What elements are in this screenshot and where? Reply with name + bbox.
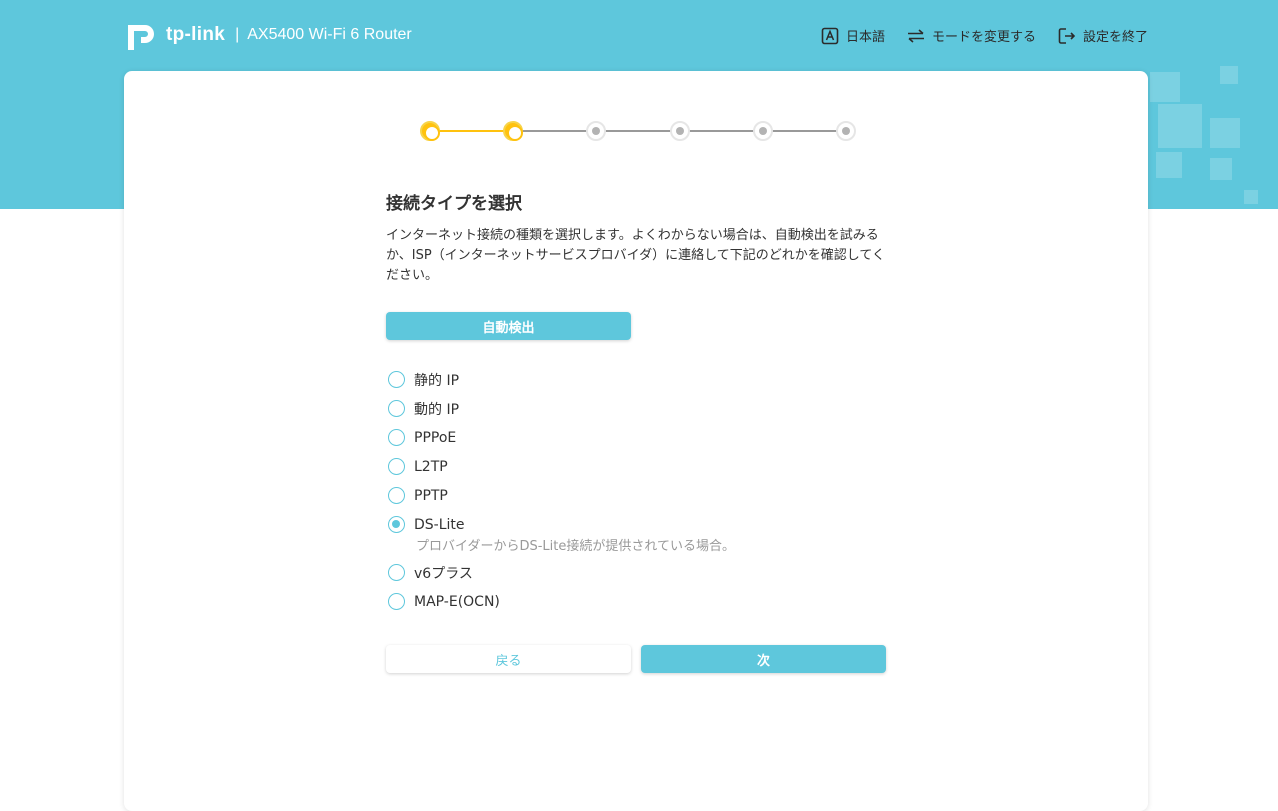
page-title: 接続タイプを選択 (386, 194, 522, 214)
exit-setup-label: 設定を終了 (1082, 30, 1148, 45)
progress-stepper (420, 119, 856, 143)
setup-card: 接続タイプを選択 インターネット接続の種類を選択します。よくわからない場合は、自… (124, 71, 1148, 811)
exit-icon (1058, 27, 1076, 44)
change-mode-label: モードを変更する (931, 30, 1036, 45)
step-3-indicator (586, 121, 606, 141)
step-2-indicator (503, 121, 523, 141)
option-pptp[interactable]: PPTP (388, 481, 908, 510)
radio-pptp[interactable] (388, 487, 405, 504)
background-pattern (1158, 104, 1202, 148)
back-button[interactable]: 戻る (386, 645, 631, 673)
wizard-actions: 戻る 次 (386, 645, 886, 673)
top-nav: 日本語 モードを変更する 設定を終了 (799, 26, 1148, 45)
option-pppoe[interactable]: PPPoE (388, 423, 908, 452)
language-icon (821, 27, 839, 44)
connection-type-options: 静的 IP 動的 IP PPPoE L2TP PPTP DS-Lite プロバイ… (388, 365, 908, 616)
background-pattern (1156, 152, 1182, 178)
step-connector-done (430, 130, 513, 132)
step-5-indicator (753, 121, 773, 141)
radio-pppoe[interactable] (388, 429, 405, 446)
switch-mode-icon (907, 28, 924, 43)
auto-detect-button[interactable]: 自動検出 (386, 312, 631, 340)
option-map-e-ocn[interactable]: MAP-E(OCN) (388, 587, 908, 616)
option-dynamic-ip[interactable]: 動的 IP (388, 394, 908, 423)
background-pattern (1150, 72, 1180, 102)
option-ds-lite[interactable]: DS-Lite (388, 510, 908, 539)
change-mode-button[interactable]: モードを変更する (907, 26, 1036, 45)
option-label: v6プラス (414, 565, 473, 582)
option-l2tp[interactable]: L2TP (388, 452, 908, 481)
step-6-indicator (836, 121, 856, 141)
radio-ds-lite[interactable] (388, 516, 405, 533)
language-label: 日本語 (845, 30, 885, 45)
option-label: 静的 IP (414, 372, 460, 389)
page-description: インターネット接続の種類を選択します。よくわからない場合は、自動検出を試みるか、… (386, 228, 885, 283)
radio-l2tp[interactable] (388, 458, 405, 475)
brand-name: tp-link (166, 24, 226, 45)
radio-v6-plus[interactable] (388, 564, 405, 581)
option-label: PPTP (414, 487, 448, 504)
radio-dynamic-ip[interactable] (388, 400, 405, 417)
content-section: 接続タイプを選択 インターネット接続の種類を選択します。よくわからない場合は、自… (386, 189, 886, 286)
ds-lite-hint: プロバイダーからDS-Lite接続が提供されている場合。 (416, 539, 735, 554)
router-model: AX5400 Wi-Fi 6 Router (247, 26, 412, 43)
option-label: DS-Lite (414, 516, 465, 533)
option-label: L2TP (414, 458, 448, 475)
top-header: tp-link | AX5400 Wi-Fi 6 Router 日本語 モードを… (0, 0, 1278, 72)
tp-link-logo-icon (128, 25, 154, 50)
step-1-indicator (420, 121, 440, 141)
background-pattern (1210, 158, 1232, 180)
option-static-ip[interactable]: 静的 IP (388, 365, 908, 394)
background-pattern (1210, 118, 1240, 148)
background-pattern (1244, 190, 1258, 204)
radio-static-ip[interactable] (388, 371, 405, 388)
exit-setup-button[interactable]: 設定を終了 (1058, 26, 1148, 45)
radio-map-e-ocn[interactable] (388, 593, 405, 610)
step-4-indicator (670, 121, 690, 141)
next-button[interactable]: 次 (641, 645, 886, 673)
tp-link-logo[interactable]: tp-link | AX5400 Wi-Fi 6 Router (124, 16, 412, 54)
language-button[interactable]: 日本語 (821, 26, 885, 45)
option-label: 動的 IP (414, 401, 460, 418)
option-label: PPPoE (414, 429, 457, 446)
option-v6-plus[interactable]: v6プラス (388, 558, 908, 587)
option-label: MAP-E(OCN) (414, 593, 500, 610)
brand-separator: | (235, 26, 240, 43)
